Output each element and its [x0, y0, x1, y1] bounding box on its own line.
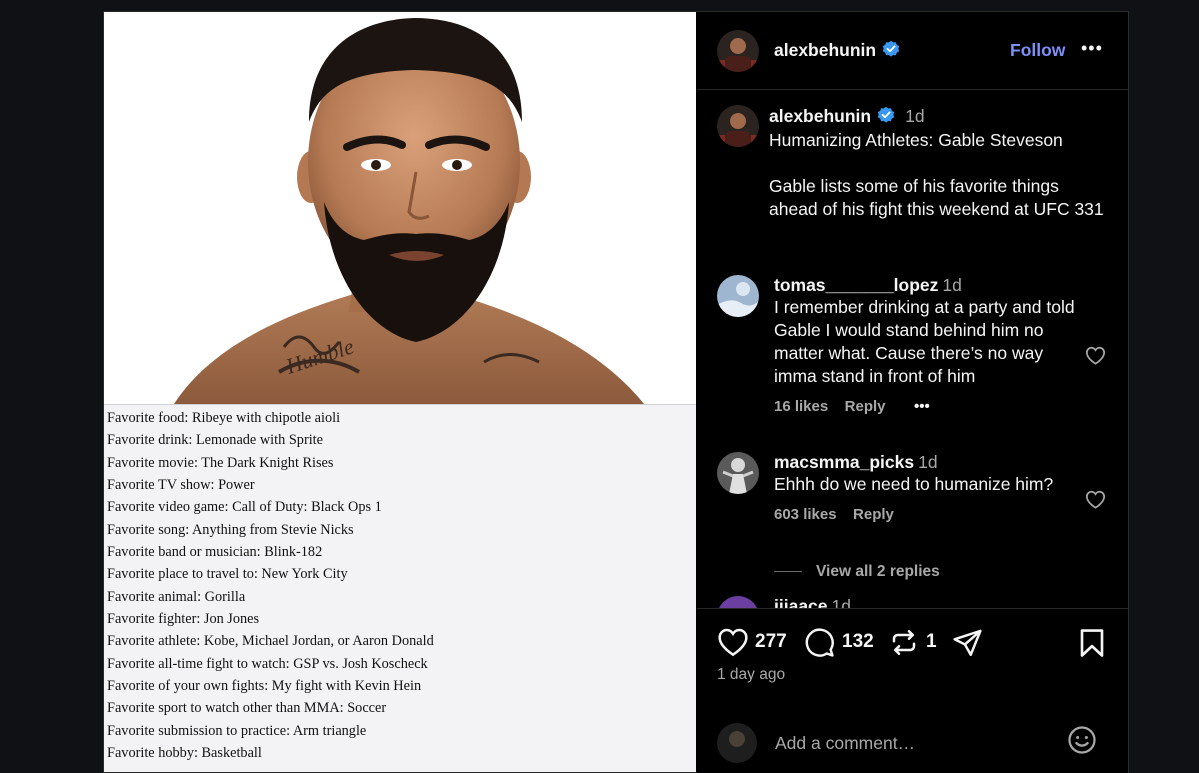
favorite-item: Favorite fighter: Jon Jones [107, 611, 260, 628]
more-options-icon[interactable]: ••• [1081, 38, 1103, 59]
comments-count[interactable]: 132 [842, 631, 874, 653]
like-heart-icon[interactable] [717, 627, 749, 662]
author-username[interactable]: alexbehunin [774, 40, 876, 60]
follow-button[interactable]: Follow [1010, 40, 1065, 61]
viewer-avatar [717, 723, 757, 763]
comment-text: Ehhh do we need to humanize him? [774, 474, 1054, 494]
favorite-item: Favorite submission to practice: Arm tri… [107, 722, 367, 739]
post-side-panel: alexbehunin Follow ••• alexbehunin 1d Hum… [697, 12, 1128, 773]
favorite-item: Favorite song: Anything from Stevie Nick… [107, 521, 354, 538]
reply-button[interactable]: Reply [853, 506, 894, 523]
favorite-item: Favorite drink: Lemonade with Sprite [107, 432, 323, 449]
favorite-item: Favorite place to travel to: New York Ci… [107, 566, 348, 583]
reposts-count[interactable]: 1 [926, 631, 937, 653]
favorite-item: Favorite sport to watch other than MMA: … [107, 700, 387, 717]
commenter-avatar-image [717, 596, 759, 608]
favorite-item: Favorite band or musician: Blink-182 [107, 544, 323, 561]
caption-avatar-image [717, 105, 759, 147]
favorite-item: Favorite all-time fight to watch: GSP vs… [107, 655, 428, 672]
favorite-item: Favorite of your own fights: My fight wi… [107, 678, 422, 695]
comment-time: 1d [918, 452, 938, 472]
author-avatar-image [717, 30, 759, 72]
favorite-item: Favorite food: Ribeye with chipotle aiol… [107, 410, 341, 426]
comment: jjjaace 1d [774, 596, 851, 608]
comment-time: 1d [831, 596, 851, 608]
favorite-item: Favorite hobby: Basketball [107, 745, 262, 762]
athlete-photo: Humble [104, 12, 696, 404]
add-comment-input[interactable]: Add a comment… [775, 733, 915, 754]
comments-section[interactable]: alexbehunin 1d Humanizing Athletes: Gable… [697, 90, 1128, 608]
athlete-portrait-image: Humble [104, 12, 696, 404]
caption-author-avatar[interactable] [717, 105, 759, 147]
viewer-avatar-image [717, 723, 757, 763]
view-replies-row[interactable]: View all 2 replies [774, 563, 940, 581]
repost-icon[interactable] [889, 627, 919, 663]
favorite-item: Favorite TV show: Power [107, 477, 255, 494]
verified-badge-icon [877, 106, 895, 129]
commenter-avatar[interactable] [717, 275, 759, 317]
likes-count[interactable]: 277 [755, 631, 787, 653]
post-modal: Humble Favorite food: Ribeye with chipot… [103, 11, 1129, 773]
comment-username[interactable]: tomas_______lopez [774, 275, 938, 295]
post-media[interactable]: Humble Favorite food: Ribeye with chipot… [104, 12, 696, 772]
comment-likes[interactable]: 16 likes [774, 398, 828, 415]
post-time-ago: 1 day ago [717, 666, 786, 683]
commenter-avatar-image [717, 452, 759, 494]
caption: alexbehunin 1d Humanizing Athletes: Gable… [769, 106, 1109, 221]
replies-divider [774, 571, 802, 573]
commenter-avatar[interactable] [717, 596, 759, 608]
comment-username[interactable]: macsmma_picks [774, 452, 914, 472]
favorite-item: Favorite athlete: Kobe, Michael Jordan, … [107, 633, 434, 650]
post-header: alexbehunin Follow ••• [697, 12, 1128, 90]
caption-username[interactable]: alexbehunin [769, 106, 871, 126]
caption-title: Humanizing Athletes: Gable Steveson [769, 130, 1063, 150]
comment: macsmma_picks 1d Ehhh do we need to human… [774, 452, 1079, 524]
post-actions: 277 132 1 1 day ago Add a comment… [697, 608, 1128, 773]
like-comment-heart-icon[interactable] [1085, 490, 1106, 514]
favorites-list: Favorite food: Ribeye with chipotle aiol… [104, 404, 696, 772]
comment-username[interactable]: jjjaace [774, 596, 828, 608]
author-avatar[interactable] [717, 30, 759, 72]
favorite-item: Favorite animal: Gorilla [107, 588, 246, 605]
caption-body: Gable lists some of his favorite things … [769, 176, 1104, 219]
like-comment-heart-icon[interactable] [1085, 346, 1106, 370]
verified-badge-icon [882, 40, 900, 63]
share-send-icon[interactable] [952, 627, 983, 663]
view-replies-link[interactable]: View all 2 replies [816, 563, 940, 580]
favorite-item: Favorite video game: Call of Duty: Black… [107, 499, 382, 516]
comment-text: I remember drinking at a party and told … [774, 297, 1075, 386]
comment-likes[interactable]: 603 likes [774, 506, 837, 523]
comment-time: 1d [942, 275, 962, 295]
save-bookmark-icon[interactable] [1079, 628, 1105, 663]
caption-time: 1d [905, 106, 925, 126]
author-name-row: alexbehunin [774, 40, 900, 63]
comment: tomas_______lopez 1d I remember drinking … [774, 275, 1079, 416]
reply-button[interactable]: Reply [845, 398, 886, 415]
favorite-item: Favorite movie: The Dark Knight Rises [107, 454, 334, 471]
emoji-icon[interactable] [1067, 725, 1097, 760]
comment-more-icon[interactable]: ••• [914, 398, 930, 415]
comment-bubble-icon[interactable] [804, 627, 835, 663]
commenter-avatar-image [717, 275, 759, 317]
commenter-avatar[interactable] [717, 452, 759, 494]
